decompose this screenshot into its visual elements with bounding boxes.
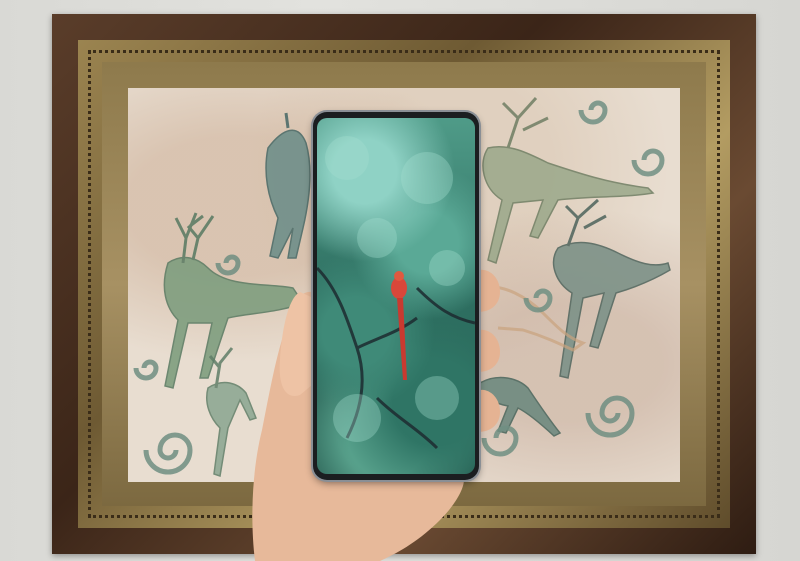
phone-screen-rainforest-photo — [317, 118, 475, 474]
hand-finger-3 — [478, 389, 500, 432]
rainforest-scene — [317, 136, 475, 450]
hand-finger-2 — [478, 329, 500, 372]
photo-scene — [0, 0, 800, 561]
smartphone — [313, 112, 479, 480]
hand-finger-1 — [478, 269, 500, 312]
